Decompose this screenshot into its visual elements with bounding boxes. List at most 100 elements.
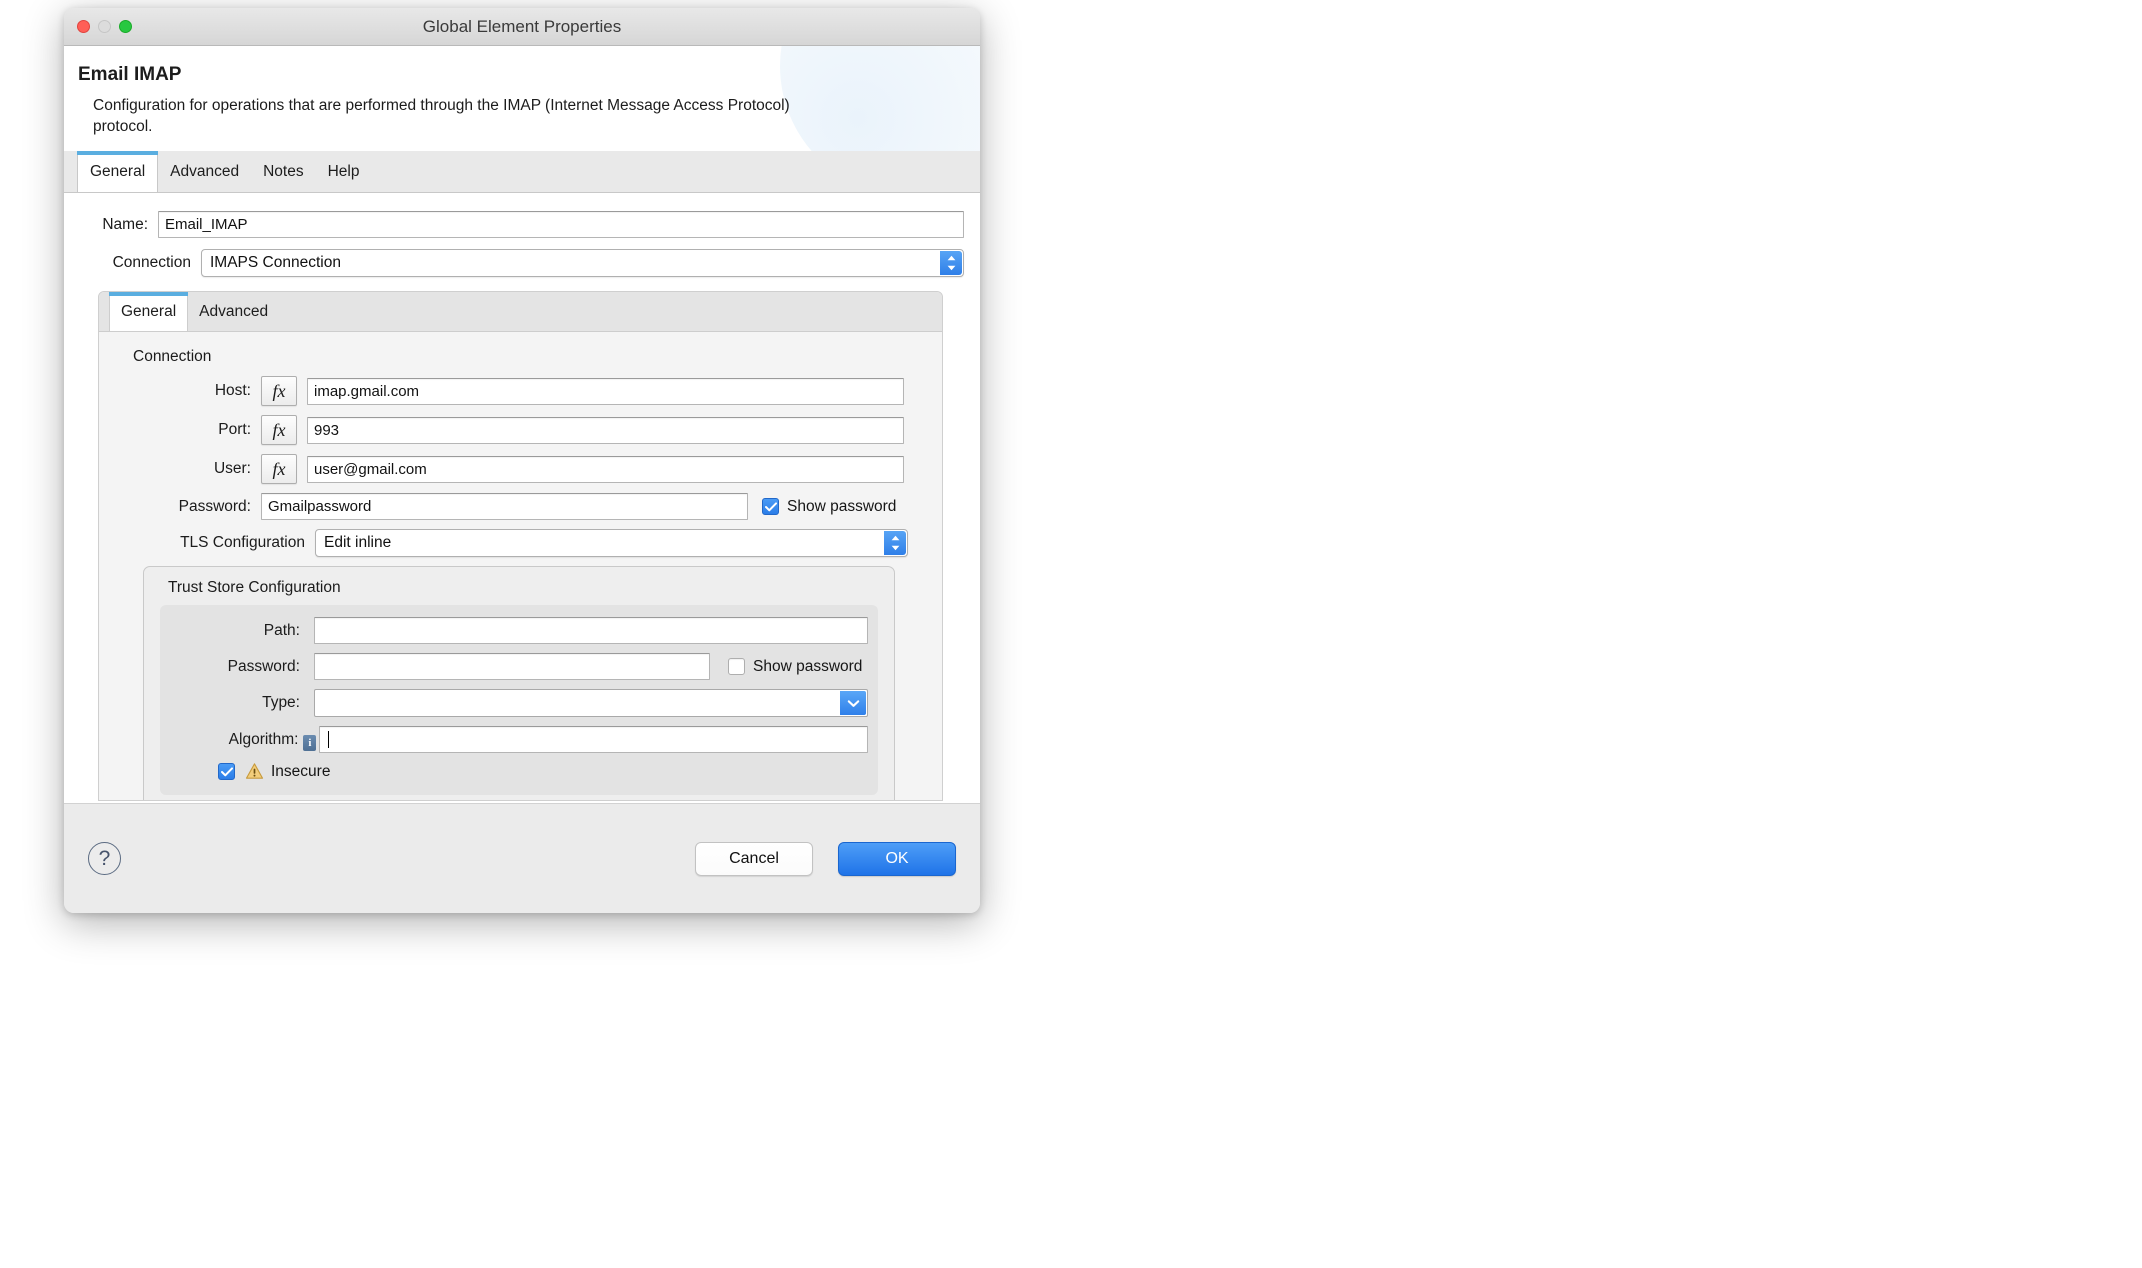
- page-title: Email IMAP: [78, 64, 182, 85]
- port-row: Port: fx 993: [127, 415, 926, 445]
- tab-general-label: General: [90, 162, 146, 180]
- inner-tab-general-label: General: [121, 302, 177, 320]
- connection-group-title: Connection: [133, 348, 212, 365]
- global-element-properties-window: Global Element Properties Email IMAP Con…: [64, 8, 980, 913]
- inner-tab-content: Connection Host: fx imap.gmail.com Port:…: [99, 332, 942, 800]
- port-fx-label: fx: [272, 419, 286, 440]
- trust-type-row: Type:: [188, 689, 868, 717]
- port-expression-button[interactable]: fx: [261, 415, 297, 445]
- inner-tab-advanced[interactable]: Advanced: [188, 292, 279, 331]
- password-row: Password: Gmailpassword Show password: [127, 493, 926, 520]
- dialog-footer: ? Cancel OK: [64, 803, 980, 913]
- minimize-button-icon[interactable]: [98, 20, 111, 33]
- warning-triangle-icon: [245, 763, 264, 779]
- host-label: Host:: [214, 382, 251, 399]
- trust-show-password-control[interactable]: Show password: [728, 658, 862, 676]
- connection-settings-panel: General Advanced Connection Host: fx ima…: [98, 291, 943, 801]
- name-input[interactable]: Email_IMAP: [158, 211, 964, 238]
- tab-help[interactable]: Help: [316, 151, 372, 192]
- help-button[interactable]: ?: [88, 842, 121, 875]
- show-password-control[interactable]: Show password: [762, 498, 896, 516]
- password-input[interactable]: Gmailpassword: [261, 493, 748, 520]
- trust-algorithm-row: Algorithm: i: [188, 726, 868, 753]
- ok-button-label: OK: [885, 849, 909, 867]
- dialog-body: Name: Email_IMAP Connection IMAPS Connec…: [64, 193, 980, 813]
- host-input-value: imap.gmail.com: [314, 382, 420, 400]
- tab-advanced[interactable]: Advanced: [158, 151, 251, 192]
- trust-store-fieldset: Trust Store Configuration Path: Password…: [143, 566, 895, 800]
- window-title: Global Element Properties: [422, 16, 622, 36]
- password-input-value: Gmailpassword: [268, 498, 372, 515]
- user-expression-button[interactable]: fx: [261, 454, 297, 484]
- trust-type-chevron-down-icon[interactable]: [840, 691, 866, 715]
- trust-show-password-checkbox[interactable]: [728, 658, 745, 675]
- connection-select-stepper-icon[interactable]: [940, 251, 962, 275]
- port-label: Port:: [218, 421, 251, 438]
- tls-configuration-select[interactable]: Edit inline: [315, 529, 908, 557]
- tls-configuration-label: TLS Configuration: [180, 534, 305, 551]
- connection-select[interactable]: IMAPS Connection: [201, 249, 964, 277]
- tab-advanced-label: Advanced: [170, 162, 240, 180]
- trust-store-title: Trust Store Configuration: [168, 579, 341, 596]
- tab-help-label: Help: [327, 162, 360, 180]
- host-row: Host: fx imap.gmail.com: [127, 376, 926, 406]
- trust-algorithm-label-wrap: Algorithm:: [188, 730, 299, 749]
- trust-show-password-label: Show password: [753, 657, 863, 675]
- connection-row: Connection IMAPS Connection: [76, 249, 968, 277]
- show-password-label: Show password: [787, 497, 897, 515]
- help-icon: ?: [98, 846, 111, 870]
- trust-password-row: Password: Show password: [188, 653, 868, 680]
- page-description: Configuration for operations that are pe…: [93, 97, 790, 135]
- tab-notes[interactable]: Notes: [251, 151, 316, 192]
- name-row: Name: Email_IMAP: [76, 211, 968, 238]
- password-label: Password:: [178, 497, 251, 515]
- user-input-value: user@gmail.com: [314, 460, 427, 478]
- inner-tab-advanced-label: Advanced: [199, 302, 269, 320]
- tab-notes-label: Notes: [263, 162, 304, 180]
- tls-configuration-row: TLS Configuration Edit inline: [127, 529, 926, 557]
- text-cursor: [328, 731, 330, 748]
- ok-button[interactable]: OK: [838, 841, 956, 876]
- user-input[interactable]: user@gmail.com: [307, 455, 904, 483]
- host-input[interactable]: imap.gmail.com: [307, 377, 904, 405]
- trust-algorithm-input[interactable]: [319, 726, 868, 753]
- trust-password-input[interactable]: [314, 653, 710, 680]
- insecure-row: Insecure: [218, 762, 868, 781]
- name-input-value: Email_IMAP: [165, 216, 248, 233]
- trust-path-row: Path:: [188, 617, 868, 644]
- inner-tab-general[interactable]: General: [109, 292, 189, 331]
- user-row: User: fx user@gmail.com: [127, 454, 926, 484]
- connection-label: Connection: [112, 254, 191, 271]
- algorithm-info-icon[interactable]: i: [303, 735, 317, 751]
- window-titlebar[interactable]: Global Element Properties: [64, 8, 980, 46]
- user-label: User:: [213, 460, 251, 477]
- trust-path-label: Path:: [263, 621, 300, 639]
- outer-tab-strip: General Advanced Notes Help: [64, 151, 980, 193]
- trust-password-label: Password:: [227, 657, 300, 675]
- show-password-checkbox[interactable]: [762, 498, 779, 515]
- connection-select-value: IMAPS Connection: [210, 254, 341, 271]
- tls-configuration-value: Edit inline: [324, 534, 392, 551]
- user-fx-label: fx: [272, 458, 286, 479]
- cancel-button[interactable]: Cancel: [695, 841, 813, 876]
- port-input[interactable]: 993: [307, 416, 904, 444]
- inner-tab-strip: General Advanced: [99, 292, 942, 332]
- tls-select-stepper-icon[interactable]: [884, 531, 906, 555]
- zoom-button-icon[interactable]: [119, 20, 132, 33]
- trust-algorithm-label: Algorithm:: [228, 730, 299, 748]
- insecure-checkbox[interactable]: [218, 763, 235, 780]
- desktop-background: Global Element Properties Email IMAP Con…: [0, 0, 2142, 1268]
- trust-type-select[interactable]: [314, 689, 868, 717]
- host-expression-button[interactable]: fx: [261, 376, 297, 406]
- trust-type-label: Type:: [262, 694, 300, 711]
- trust-path-input[interactable]: [314, 617, 868, 644]
- dialog-header: Email IMAP Configuration for operations …: [64, 46, 980, 151]
- name-label: Name:: [102, 215, 148, 233]
- traffic-light-controls: [77, 20, 132, 33]
- insecure-label: Insecure: [271, 762, 331, 780]
- tab-general[interactable]: General: [77, 151, 159, 192]
- host-fx-label: fx: [272, 380, 286, 401]
- trust-store-fields: Path: Password: Show password Type: Algo…: [160, 605, 878, 795]
- port-input-value: 993: [314, 421, 340, 439]
- close-button-icon[interactable]: [77, 20, 90, 33]
